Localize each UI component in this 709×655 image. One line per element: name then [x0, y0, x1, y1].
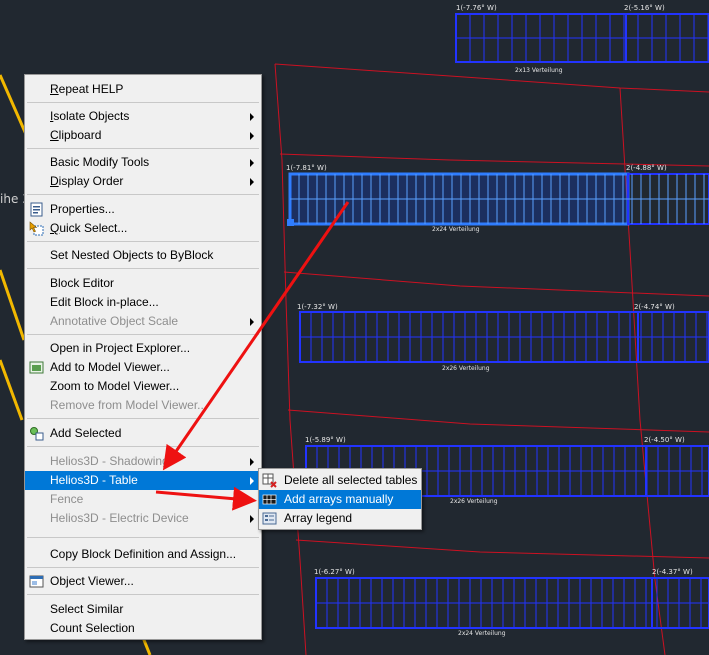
context-menu: Repeat HELP Isolate Objects Clipboard Ba…	[24, 74, 262, 640]
menu-item-open-in-project-explorer[interactable]: Open in Project Explorer...	[25, 339, 261, 358]
array-label-right: 2(-5.16° W)	[624, 4, 665, 12]
submenu-arrow-icon	[250, 318, 254, 326]
menu-separator	[27, 148, 259, 149]
menu-separator	[27, 241, 259, 242]
array-caption: 2x26 Verteilung	[450, 498, 498, 505]
menu-item-clipboard[interactable]: Clipboard	[25, 126, 261, 145]
menu-item-fence: Fence	[50, 492, 84, 506]
menu-item-edit-block-in-place[interactable]: Edit Block in-place...	[25, 293, 261, 312]
menu-item-properties[interactable]: Properties...	[25, 200, 261, 219]
menu-item-annotative-object-scale: Annotative Object Scale	[25, 312, 261, 331]
menu-separator	[27, 537, 259, 538]
array-label-left: 1(-7.76° W)	[456, 4, 497, 12]
menu-separator	[27, 446, 259, 447]
array-caption: 2x26 Verteilung	[442, 365, 490, 372]
menu-item-select-similar[interactable]: Select Similar	[25, 600, 261, 619]
array-table-3[interactable]: 1(-7.32° W) 2(-4.74° W) 2x26 Verteilung	[297, 303, 709, 372]
menu-separator	[27, 334, 259, 335]
submenu-item-delete-all-selected-tables[interactable]: Delete all selected tables	[259, 471, 421, 490]
menu-separator	[27, 418, 259, 419]
menu-item-repeat-help[interactable]: Repeat HELP	[25, 80, 261, 99]
menu-item-display-order[interactable]: Display Order	[25, 172, 261, 191]
submenu-arrow-icon	[250, 515, 254, 523]
array-label-right: 2(-4.88° W)	[626, 164, 667, 172]
menu-item-copy-block-definition[interactable]: Copy Block Definition and Assign...	[25, 545, 261, 564]
array-caption: 2x13 Verteilung	[515, 67, 563, 74]
array-caption: 2x24 Verteilung	[458, 630, 506, 637]
menu-item-helios3d-electric-device: Helios3D - Electric Device	[25, 509, 261, 528]
menu-item-remove-from-model-viewer: Remove from Model Viewer...	[50, 398, 208, 412]
object-viewer-icon	[29, 575, 44, 588]
properties-icon	[30, 202, 43, 217]
site-boundary	[274, 63, 709, 655]
delete-table-icon	[262, 473, 277, 488]
array-legend-icon	[262, 512, 277, 525]
submenu-item-array-legend[interactable]: Array legend	[259, 509, 421, 528]
menu-item-isolate-objects[interactable]: Isolate Objects	[25, 107, 261, 126]
guide-line	[0, 269, 26, 341]
module-grid	[298, 14, 709, 628]
menu-separator	[27, 194, 259, 195]
array-label-left: 1(-7.32° W)	[297, 303, 338, 311]
menu-separator	[27, 268, 259, 269]
menu-item-helios3d-table[interactable]: Helios3D - Table	[25, 471, 261, 490]
submenu-item-add-arrays-manually[interactable]: Add arrays manually	[259, 490, 421, 509]
array-label-right: 2(-4.50° W)	[644, 436, 685, 444]
array-caption: 2x24 Verteilung	[432, 226, 480, 233]
menu-separator	[27, 567, 259, 568]
array-label-right: 2(-4.74° W)	[634, 303, 675, 311]
menu-item-helios3d-shadowing: Helios3D - Shadowing	[25, 452, 261, 471]
submenu-arrow-icon	[250, 178, 254, 186]
helios3d-table-submenu: Delete all selected tables Add arrays ma…	[258, 468, 422, 530]
menu-item-count-selection[interactable]: Count Selection	[25, 619, 261, 638]
menu-item-add-selected[interactable]: Add Selected	[25, 424, 261, 443]
array-label-left: 1(-7.81° W)	[286, 164, 327, 172]
add-selected-icon	[30, 427, 44, 441]
array-label-right: 2(-4.37° W)	[652, 568, 693, 576]
submenu-arrow-icon	[250, 458, 254, 466]
menu-item-block-editor[interactable]: Block Editor	[25, 274, 261, 293]
menu-separator	[27, 102, 259, 103]
menu-item-set-nested-objects[interactable]: Set Nested Objects to ByBlock	[25, 246, 261, 265]
menu-item-zoom-to-model-viewer[interactable]: Zoom to Model Viewer...	[25, 377, 261, 396]
array-table-5[interactable]: 1(-6.27° W) 2(-4.37° W) 2x24 Verteilung	[314, 568, 709, 637]
menu-item-basic-modify-tools[interactable]: Basic Modify Tools	[25, 153, 261, 172]
menu-separator	[27, 594, 259, 595]
submenu-arrow-icon	[250, 113, 254, 121]
model-viewer-icon	[29, 361, 44, 374]
add-arrays-icon	[262, 494, 277, 505]
submenu-arrow-icon	[250, 159, 254, 167]
menu-item-object-viewer[interactable]: Object Viewer...	[25, 572, 261, 591]
quick-select-icon	[29, 221, 44, 236]
grip-handle[interactable]	[287, 219, 294, 226]
array-label-left: 1(-6.27° W)	[314, 568, 355, 576]
array-label-left: 1(-5.89° W)	[305, 436, 346, 444]
menu-item-add-to-model-viewer[interactable]: Add to Model Viewer...	[25, 358, 261, 377]
submenu-arrow-icon	[250, 132, 254, 140]
menu-item-quick-select[interactable]: Quick Select...	[25, 219, 261, 238]
submenu-arrow-icon	[250, 477, 254, 485]
